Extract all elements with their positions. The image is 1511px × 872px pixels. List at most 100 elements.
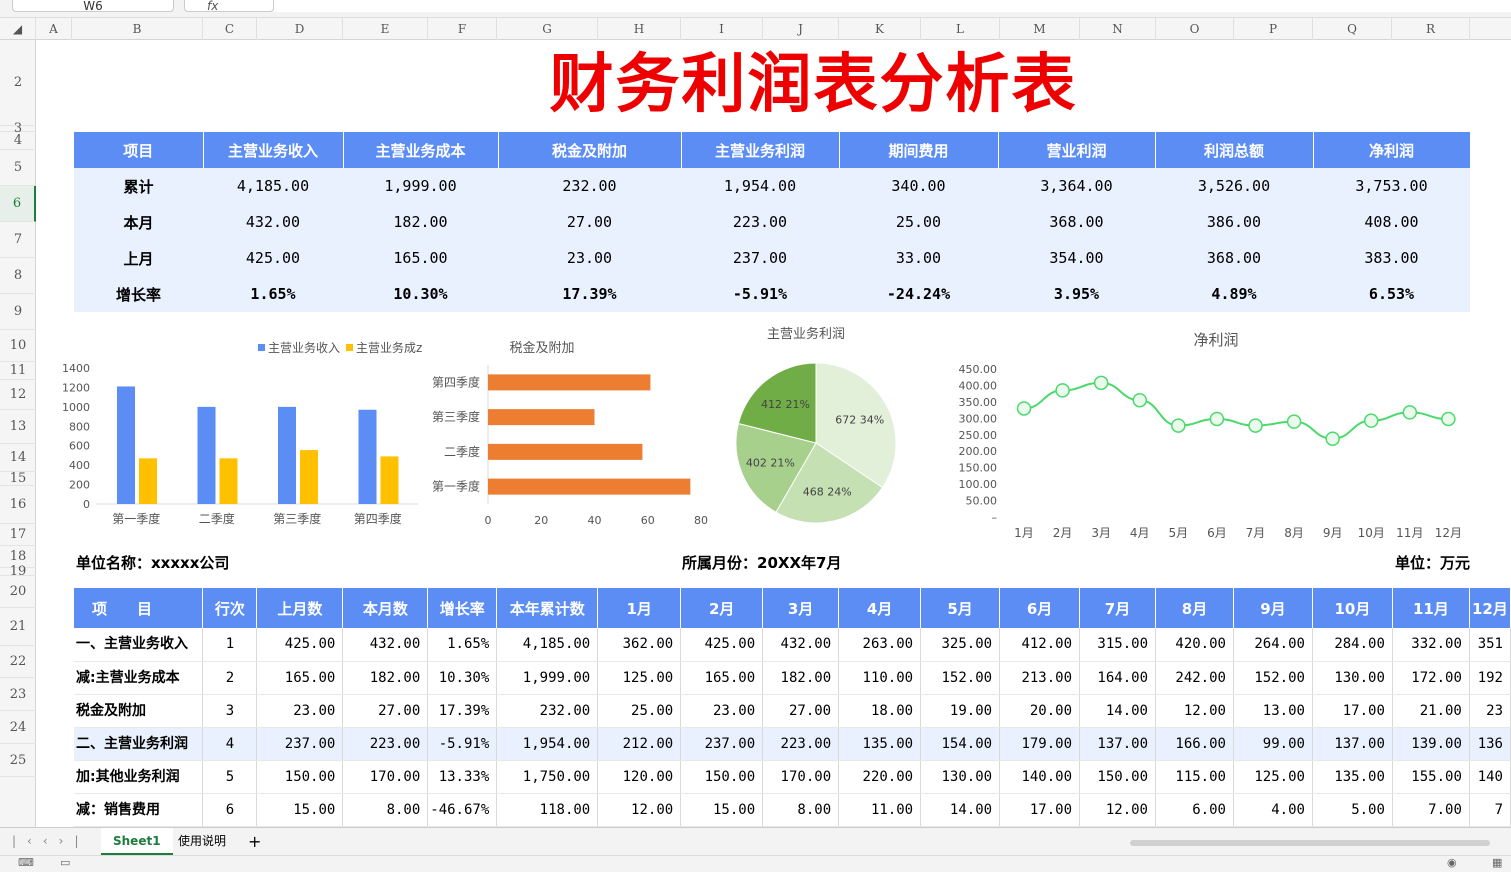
detail-cell[interactable]: 351 xyxy=(1469,628,1511,662)
detail-item-label[interactable]: 一、主营业务收入 xyxy=(74,628,204,662)
detail-cell[interactable]: 17.00 xyxy=(1312,694,1393,728)
detail-cell[interactable]: 7 xyxy=(1469,793,1511,827)
detail-cell[interactable]: 1,999.00 xyxy=(496,661,599,695)
tab-sheet1[interactable]: Sheet1 xyxy=(101,828,173,855)
detail-cell[interactable]: 2 xyxy=(202,661,258,695)
summary-header[interactable]: 利润总额 xyxy=(1155,132,1314,168)
name-box[interactable]: W6 xyxy=(12,0,174,13)
column-header-n[interactable]: N xyxy=(1080,18,1156,40)
detail-item-label[interactable]: 税金及附加 xyxy=(74,694,204,728)
detail-header[interactable]: 12月 xyxy=(1469,588,1511,628)
row-header-22[interactable]: 22 xyxy=(0,646,36,678)
detail-cell[interactable]: 165.00 xyxy=(256,661,344,695)
detail-cell[interactable]: 12.00 xyxy=(1079,793,1156,827)
detail-cell[interactable]: 125.00 xyxy=(597,661,682,695)
detail-cell[interactable]: 6 xyxy=(202,793,258,827)
detail-cell[interactable]: 263.00 xyxy=(838,628,922,662)
horizontal-bar-chart[interactable]: 税金及附加第四季度第三季度二季度第一季度 0 20 40 60 80 xyxy=(432,340,708,527)
summary-cell[interactable]: 232.00 xyxy=(498,168,681,204)
column-header-r[interactable]: R xyxy=(1392,18,1470,40)
row-header-15[interactable]: 15 xyxy=(0,472,36,486)
summary-cell[interactable]: 386.00 xyxy=(1155,204,1313,240)
column-header-e[interactable]: E xyxy=(343,18,428,40)
detail-header[interactable]: 10月 xyxy=(1312,588,1393,628)
detail-cell[interactable]: -46.67% xyxy=(427,793,498,827)
summary-row-label[interactable]: 累计 xyxy=(74,168,203,204)
row-header-7[interactable]: 7 xyxy=(0,222,36,258)
detail-cell[interactable]: 120.00 xyxy=(597,760,682,794)
detail-header[interactable]: 1月 xyxy=(597,588,682,628)
summary-row-label[interactable]: 本月 xyxy=(74,204,203,240)
summary-header[interactable]: 主营业务成本 xyxy=(343,132,499,168)
detail-cell[interactable]: 18.00 xyxy=(838,694,922,728)
summary-cell[interactable]: 408.00 xyxy=(1313,204,1470,240)
row-header-19[interactable]: 19 xyxy=(0,565,36,578)
detail-header[interactable]: 3月 xyxy=(762,588,840,628)
row-header-20[interactable]: 20 xyxy=(0,576,36,608)
row-header-25[interactable]: 25 xyxy=(0,744,36,777)
detail-cell[interactable]: 17.00 xyxy=(999,793,1081,827)
detail-cell[interactable]: 4 xyxy=(202,727,258,761)
row-header-23[interactable]: 23 xyxy=(0,678,36,711)
detail-header[interactable]: 9月 xyxy=(1233,588,1313,628)
detail-cell[interactable]: 19.00 xyxy=(920,694,1001,728)
detail-cell[interactable]: 332.00 xyxy=(1392,628,1470,662)
detail-header[interactable]: 5月 xyxy=(920,588,1001,628)
detail-cell[interactable]: 130.00 xyxy=(1312,661,1393,695)
summary-cell[interactable]: -24.24% xyxy=(839,276,998,312)
detail-cell[interactable]: 137.00 xyxy=(1079,727,1156,761)
row-header-6[interactable]: 6 xyxy=(0,186,36,222)
detail-cell[interactable]: 135.00 xyxy=(1312,760,1393,794)
detail-cell[interactable]: 25.00 xyxy=(597,694,682,728)
detail-cell[interactable]: 213.00 xyxy=(999,661,1081,695)
detail-header[interactable]: 本月数 xyxy=(342,588,429,628)
detail-cell[interactable]: 152.00 xyxy=(1233,661,1313,695)
column-header-f[interactable]: F xyxy=(428,18,497,40)
detail-cell[interactable]: 150.00 xyxy=(256,760,344,794)
summary-header[interactable]: 营业利润 xyxy=(998,132,1156,168)
detail-cell[interactable]: 362.00 xyxy=(597,628,682,662)
detail-cell[interactable]: 12.00 xyxy=(1155,694,1234,728)
detail-cell[interactable]: 4,185.00 xyxy=(496,628,599,662)
detail-cell[interactable]: 1,954.00 xyxy=(496,727,599,761)
summary-cell[interactable]: 3,753.00 xyxy=(1313,168,1470,204)
detail-cell[interactable]: 14.00 xyxy=(920,793,1001,827)
detail-cell[interactable]: 23 xyxy=(1469,694,1511,728)
formula-tools[interactable]: fx xyxy=(184,0,274,13)
summary-cell[interactable]: 3.95% xyxy=(998,276,1155,312)
summary-cell[interactable]: 25.00 xyxy=(839,204,998,240)
detail-cell[interactable]: 5.00 xyxy=(1312,793,1393,827)
row-header-10[interactable]: 10 xyxy=(0,330,36,362)
detail-cell[interactable]: 155.00 xyxy=(1392,760,1470,794)
detail-cell[interactable]: 125.00 xyxy=(1233,760,1313,794)
macro-icon[interactable]: ⌨ xyxy=(18,856,34,869)
summary-cell[interactable]: 237.00 xyxy=(681,240,839,276)
detail-cell[interactable]: 8.00 xyxy=(342,793,429,827)
detail-item-label[interactable]: 减:主营业务成本 xyxy=(74,661,204,695)
detail-cell[interactable]: 27.00 xyxy=(762,694,840,728)
fx-icon[interactable]: fx xyxy=(207,0,218,13)
detail-header[interactable]: 项 目 xyxy=(74,588,204,628)
row-header-24[interactable]: 24 xyxy=(0,711,36,744)
column-header-k[interactable]: K xyxy=(839,18,921,40)
summary-row-label[interactable]: 增长率 xyxy=(74,276,203,312)
detail-cell[interactable]: 130.00 xyxy=(920,760,1001,794)
detail-cell[interactable]: 170.00 xyxy=(342,760,429,794)
detail-cell[interactable]: 284.00 xyxy=(1312,628,1393,662)
detail-item-label[interactable]: 加:其他业务利润 xyxy=(74,760,204,794)
detail-header[interactable]: 4月 xyxy=(838,588,922,628)
column-header-c[interactable]: C xyxy=(203,18,257,40)
detail-cell[interactable]: 21.00 xyxy=(1392,694,1470,728)
detail-header[interactable]: 11月 xyxy=(1392,588,1470,628)
detail-cell[interactable]: 165.00 xyxy=(680,661,764,695)
detail-cell[interactable]: 13.33% xyxy=(427,760,498,794)
detail-header[interactable]: 上月数 xyxy=(256,588,344,628)
detail-cell[interactable]: 10.30% xyxy=(427,661,498,695)
bar-chart[interactable]: 0 200 400 600 800 1000 1200 1400 第一季度 二季度 第三季度 第四季度… xyxy=(62,340,422,526)
detail-cell[interactable]: 139.00 xyxy=(1392,727,1470,761)
row-header-8[interactable]: 8 xyxy=(0,258,36,294)
summary-cell[interactable]: -5.91% xyxy=(681,276,839,312)
detail-cell[interactable]: 23.00 xyxy=(680,694,764,728)
summary-header[interactable]: 净利润 xyxy=(1313,132,1471,168)
eye-icon[interactable]: ◉ xyxy=(1447,856,1457,869)
